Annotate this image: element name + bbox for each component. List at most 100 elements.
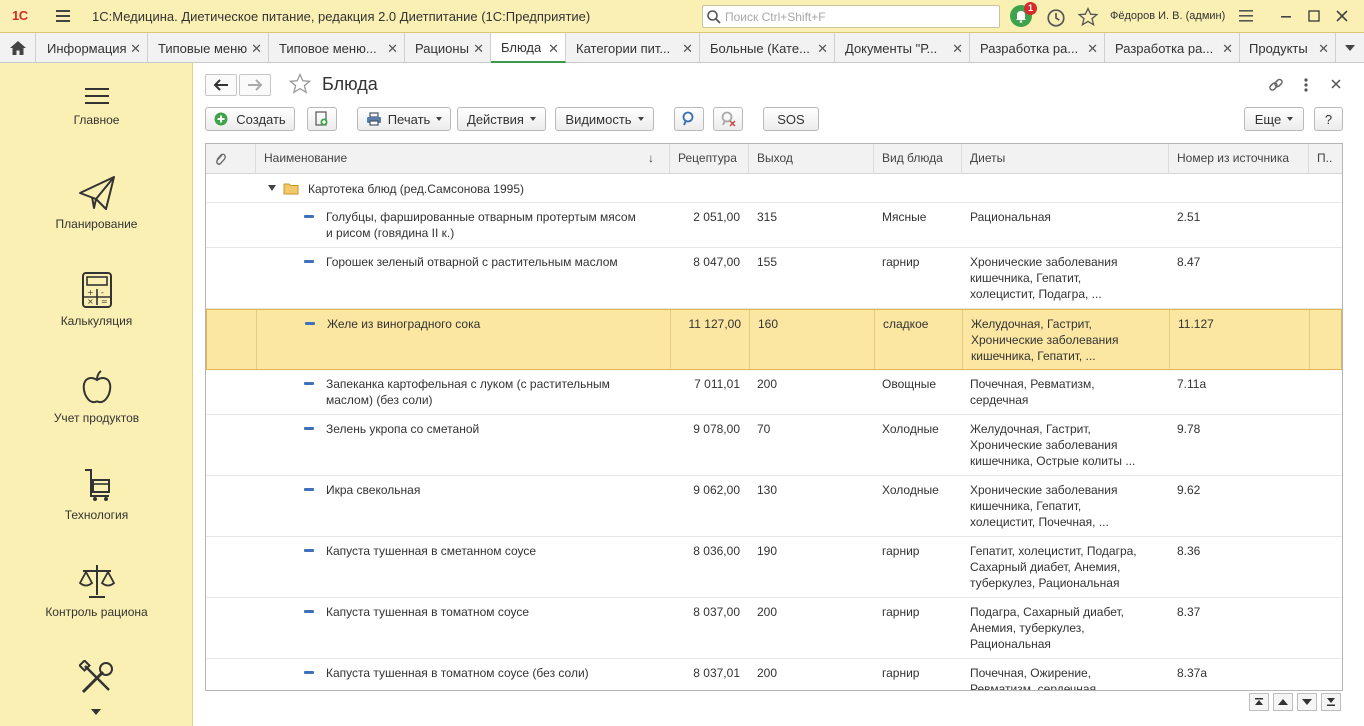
table-row[interactable]: Икра свекольная 9 062,00 130 Холодные Хронич… xyxy=(206,476,1342,537)
dish-name: Капуста тушенная в томатном соусе (без с… xyxy=(326,666,589,680)
dish-kind: сладкое xyxy=(883,317,929,331)
favorites-star-icon[interactable] xyxy=(1078,7,1098,27)
settings-menu-icon[interactable] xyxy=(1238,8,1254,24)
tab-food-categories[interactable]: Категории пит... ✕ xyxy=(566,33,700,63)
table-row[interactable]: Капуста тушенная в томатном соусе 8 037,0… xyxy=(206,598,1342,659)
cancel-search-button[interactable] xyxy=(713,107,743,131)
recipe-number: 8 037,01 xyxy=(693,666,740,680)
print-button[interactable]: Печать xyxy=(357,107,451,131)
back-button[interactable] xyxy=(205,74,237,96)
paperclip-icon xyxy=(216,153,226,165)
close-tab-icon[interactable]: ✕ xyxy=(473,41,484,57)
tab-label: Типовое меню... xyxy=(279,40,377,56)
close-tab-icon[interactable]: ✕ xyxy=(817,41,828,57)
notifications-button[interactable]: 1 xyxy=(1010,2,1037,27)
favorite-star-icon[interactable] xyxy=(289,73,311,95)
maximize-icon[interactable] xyxy=(1306,8,1322,24)
find-button[interactable] xyxy=(674,107,704,131)
main-menu-icon[interactable] xyxy=(56,10,70,22)
item-marker-icon xyxy=(304,549,314,552)
expand-triangle-icon[interactable] xyxy=(268,185,276,191)
close-tab-icon[interactable]: ✕ xyxy=(548,41,559,57)
sos-button[interactable]: SOS xyxy=(763,107,819,131)
tab-home[interactable] xyxy=(0,33,36,63)
table-row[interactable]: Запеканка картофельная с луком (с растит… xyxy=(206,370,1342,415)
item-marker-icon xyxy=(304,488,314,491)
sidebar-item-products-accounting[interactable]: Учет продуктов xyxy=(0,369,193,459)
attachments-column-header[interactable] xyxy=(206,144,256,174)
close-window-icon[interactable] xyxy=(1334,8,1350,24)
column-header-diets[interactable]: Диеты xyxy=(962,144,1169,174)
help-button[interactable]: ? xyxy=(1314,107,1343,131)
column-header-yield[interactable]: Выход xyxy=(749,144,874,174)
close-tab-icon[interactable]: ✕ xyxy=(952,41,963,57)
close-tab-icon[interactable]: ✕ xyxy=(251,41,262,57)
tab-info[interactable]: Информация ✕ xyxy=(37,33,148,63)
sidebar-item-ration-control[interactable]: Контроль рациона xyxy=(0,563,193,653)
scroll-top-button[interactable] xyxy=(1249,693,1269,711)
table-row[interactable]: Горошек зеленый отварной с растительным … xyxy=(206,248,1342,309)
column-header-source-number[interactable]: Номер из источника xyxy=(1169,144,1309,174)
column-header-name[interactable]: Наименование ↓ xyxy=(256,144,670,174)
visibility-button[interactable]: Видимость xyxy=(555,107,654,131)
table-row[interactable]: Голубцы, фаршированные отварным протерты… xyxy=(206,203,1342,248)
sidebar-item-label: Главное xyxy=(73,113,120,127)
column-header-more[interactable]: П.. xyxy=(1309,144,1342,174)
sidebar-item-calculation[interactable]: + - × = Калькуляция xyxy=(0,272,193,362)
tab-development-2[interactable]: Разработка ра... ✕ xyxy=(1105,33,1240,63)
tabs-list-button[interactable] xyxy=(1336,33,1364,63)
history-icon[interactable] xyxy=(1046,8,1066,28)
sidebar-item-main[interactable]: Главное xyxy=(0,85,193,175)
scroll-bottom-button[interactable] xyxy=(1321,693,1341,711)
close-tab-icon[interactable]: ✕ xyxy=(1318,41,1329,57)
sidebar-item-administration[interactable] xyxy=(0,660,193,700)
dish-name: Зелень укропа со сметаной xyxy=(326,422,480,436)
actions-button[interactable]: Действия xyxy=(457,107,546,131)
search-box[interactable] xyxy=(702,5,1000,28)
tab-standard-menus[interactable]: Типовые меню ✕ xyxy=(148,33,269,63)
scroll-down-button[interactable] xyxy=(1297,693,1317,711)
forward-button[interactable] xyxy=(239,74,271,96)
diets: Хронические заболевания кишечника, Гепат… xyxy=(970,255,1118,301)
close-tab-icon[interactable]: ✕ xyxy=(130,41,141,57)
diets: Гепатит, холецистит, Подагра, Сахарный д… xyxy=(970,544,1137,590)
dish-kind: гарнир xyxy=(882,255,920,269)
close-tab-icon[interactable]: ✕ xyxy=(1222,41,1233,57)
tab-development-1[interactable]: Разработка ра... ✕ xyxy=(970,33,1105,63)
column-header-recipe[interactable]: Рецептура xyxy=(670,144,749,174)
tab-documents[interactable]: Документы "Р... ✕ xyxy=(835,33,970,63)
dishes-table[interactable]: Наименование ↓ Рецептура Выход Вид блюда … xyxy=(205,143,1343,691)
link-icon[interactable] xyxy=(1268,77,1284,93)
tab-rations[interactable]: Рационы ✕ xyxy=(405,33,491,63)
create-group-button[interactable] xyxy=(307,107,337,131)
tab-patients[interactable]: Больные (Кате... ✕ xyxy=(700,33,835,63)
tab-standard-menu-doc[interactable]: Типовое меню... ✕ xyxy=(269,33,405,63)
tab-products[interactable]: Продукты ✕ xyxy=(1240,33,1336,63)
create-button[interactable]: Создать xyxy=(205,107,295,131)
table-row[interactable]: Капуста тушенная в сметанном соусе 8 036,… xyxy=(206,537,1342,598)
recipe-number: 8 047,00 xyxy=(693,255,740,269)
visibility-button-label: Видимость xyxy=(565,111,632,127)
close-tab-icon[interactable]: ✕ xyxy=(1087,41,1098,57)
scroll-up-button[interactable] xyxy=(1273,693,1293,711)
group-row[interactable]: Картотека блюд (ред.Самсонова 1995) xyxy=(206,174,1342,203)
table-row-selected[interactable]: Желе из виноградного сока 11 127,00 160 сла… xyxy=(206,309,1342,370)
chevron-down-icon xyxy=(529,117,536,121)
user-name[interactable]: Фёдоров И. В. (админ) xyxy=(1110,10,1225,22)
table-row[interactable]: Зелень укропа со сметаной 9 078,00 70 Холод… xyxy=(206,415,1342,476)
sidebar-item-technology[interactable]: Технология xyxy=(0,466,193,556)
page-title: Блюда xyxy=(322,74,378,94)
sidebar-item-planning[interactable]: Планирование xyxy=(0,175,193,265)
table-row[interactable]: Капуста тушенная в томатном соусе (без с… xyxy=(206,659,1342,690)
column-header-label: Выход xyxy=(757,151,793,165)
tab-dishes[interactable]: Блюда ✕ xyxy=(491,33,566,63)
close-form-icon[interactable] xyxy=(1331,79,1341,89)
minimize-icon[interactable] xyxy=(1278,8,1294,24)
more-button[interactable]: Еще xyxy=(1244,107,1304,131)
search-input[interactable] xyxy=(725,8,995,25)
close-tab-icon[interactable]: ✕ xyxy=(387,41,398,57)
sidebar-scroll-down-icon[interactable] xyxy=(90,708,102,716)
close-tab-icon[interactable]: ✕ xyxy=(682,41,693,57)
more-vertical-icon[interactable] xyxy=(1301,77,1311,93)
column-header-dish-kind[interactable]: Вид блюда xyxy=(874,144,962,174)
